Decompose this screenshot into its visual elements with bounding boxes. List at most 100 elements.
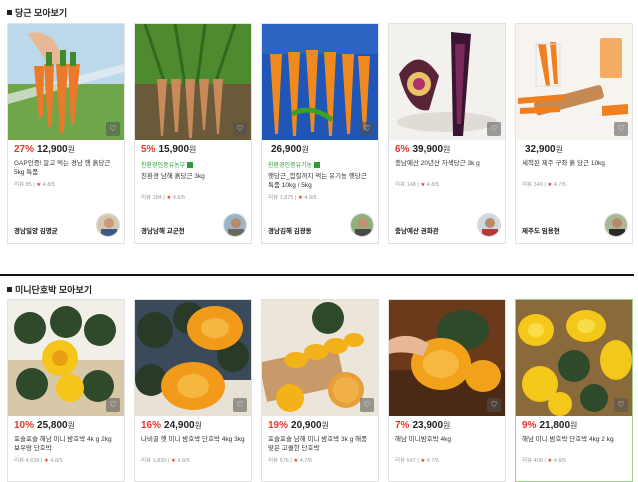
product-title[interactable]: 포슬포슬 남해 미니 밤호박 3k g 해풍맞은 고퀄한 단호박 [268,435,372,453]
square-bullet-icon [7,10,12,15]
review-count: 리뷰 184 [141,195,162,201]
review-meta: 리뷰 148 | ★ 4.8/5 [395,182,440,188]
discount-rate: 19% [268,420,289,431]
price: 20,900 [291,420,322,431]
price: 15,900 [158,144,190,155]
avatar[interactable] [477,213,501,237]
avatar[interactable] [350,213,374,237]
heart-icon[interactable]: ♡ [106,398,120,412]
product-title[interactable]: 햇당근_껍질까지 먹는 유기농 햇당근 특품 10kg / 5kg [268,172,372,190]
avatar[interactable] [96,213,120,237]
certified-icon [314,162,321,169]
price: 32,900 [525,144,556,155]
price-line: 19% 20,900원 [268,420,372,431]
price: 23,900 [412,420,444,431]
heart-icon[interactable]: ♡ [233,398,247,412]
product-card[interactable]: ♡ 5% 15,900원 친환경인증유농부 친환경 남해 흙당근 3kg 리뷰 1… [134,23,252,244]
rating: 4.7/5 [553,182,567,188]
section-title-carrot: 당근 모아보기 [7,6,67,19]
rating: 4.7/5 [299,458,313,464]
seller-name[interactable]: 경남밀양 김명균 [14,225,58,235]
discount-rate: 27% [14,144,35,155]
rating: 4.6/5 [172,195,186,201]
review-count: 리뷰 4,638 [14,458,40,464]
price: 25,800 [37,420,68,431]
heart-icon[interactable]: ♡ [614,122,628,136]
review-count: 리뷰 148 [395,182,416,188]
seller-name[interactable]: 충남예산 권화관 [395,225,439,235]
price-line: 32,900원 [522,144,626,155]
seller-name[interactable]: 제주도 임용현 [522,225,560,235]
product-card[interactable]: ♡ 27% 12,900원 GAP인증! 알고 먹는 경남 행 흙당근 5kg 특… [7,23,125,244]
heart-icon[interactable]: ♡ [487,122,501,136]
star-icon: ★ [293,458,299,464]
product-title[interactable]: 친환경 남해 흙당근 3kg [141,172,245,190]
avatar[interactable] [604,213,628,237]
product-image[interactable]: ♡ [516,24,632,140]
seller[interactable]: 경남밀양 김명균 [14,213,120,237]
heart-icon[interactable]: ♡ [360,398,374,412]
seller-name[interactable]: 경남남해 교군천 [141,225,185,235]
product-card[interactable]: ♡ 7% 23,900원 해남 미니밤호박 4kg 리뷰 547 | ★ 4.7/… [388,299,506,482]
heart-icon[interactable]: ♡ [106,122,120,136]
discount-rate: 9% [522,420,537,431]
product-image[interactable]: ♡ [135,300,251,416]
discount-rate: 7% [395,420,410,431]
seller[interactable]: 충남예산 권화관 [395,213,501,237]
rating: 4.8/5 [50,458,63,464]
product-image[interactable]: ♡ [389,24,505,140]
price-line: 6% 39,900원 [395,144,499,155]
currency: 원 [570,421,578,430]
rating: 4.8/5 [426,182,440,188]
product-card[interactable]: ♡ 9% 21,800원 해남 미니 밤호박 단호박 4kg 2 kg 리뷰 40… [515,299,633,482]
heart-icon[interactable]: ♡ [233,122,247,136]
star-icon: ★ [36,182,42,188]
price-line: 9% 21,800원 [522,420,626,431]
seller[interactable]: 경남남해 교군천 [141,213,247,237]
heart-icon[interactable]: ♡ [487,398,501,412]
product-title[interactable]: 해남 미니밤호박 4kg [395,435,499,453]
avatar[interactable] [223,213,247,237]
product-image[interactable]: ♡ [516,300,632,416]
product-title[interactable]: 충남예산 20년산 자색당근 3k g [395,159,499,177]
product-card[interactable]: ♡ 26,900원 친환경인증유기농 햇당근_껍질까지 먹는 유기농 햇당근 특… [261,23,379,244]
currency: 원 [443,145,451,154]
product-image[interactable]: ♡ [389,300,505,416]
seller[interactable]: 제주도 임용현 [522,213,628,237]
star-icon: ★ [170,458,176,464]
heart-icon[interactable]: ♡ [360,122,374,136]
seller[interactable]: 경남김해 김광동 [268,213,374,237]
review-count: 리뷰 409 [522,458,543,464]
review-meta: 리뷰 547 | ★ 4.7/5 [395,458,440,464]
product-card[interactable]: ♡ 10% 25,800원 포슬포슬 해남 미니 밤호박 4k g 2kg 보우땅… [7,299,125,482]
product-card[interactable]: ♡ 6% 39,900원 충남예산 20년산 자색당근 3k g 리뷰 148 |… [388,23,506,244]
star-icon: ★ [166,195,172,201]
review-meta: 리뷰 85 | ★ 4.8/5 [14,182,55,188]
review-meta: 리뷰 409 | ★ 4.8/5 [522,458,567,464]
product-card[interactable]: ♡ 32,900원 세척된 제주 구좌 흙 당근 10kg 리뷰 349 | ★… [515,23,633,244]
product-card[interactable]: ♡ 16% 24,900원 나비골 햇 미니 밤호박 단호박 4kg 3kg 리뷰… [134,299,252,482]
section-title-text: 미니단호박 모아보기 [15,285,93,295]
product-title[interactable]: 포슬포슬 해남 미니 밤호박 4k g 2kg 보우땅 단호박 [14,435,118,453]
product-title[interactable]: 나비골 햇 미니 밤호박 단호박 4kg 3kg [141,435,245,453]
carrot-product-row: ♡ 27% 12,900원 GAP인증! 알고 먹는 경남 행 흙당근 5kg 특… [7,23,633,244]
product-image[interactable]: ♡ [262,300,378,416]
section-title-pumpkin: 미니단호박 모아보기 [7,283,92,296]
price: 21,800 [539,420,571,431]
currency: 원 [443,421,451,430]
currency: 원 [67,421,75,430]
badge-label: 친환경인증유농부 [141,163,186,169]
heart-icon[interactable]: ♡ [614,398,628,412]
product-image[interactable]: ♡ [262,24,378,140]
product-title[interactable]: 해남 미니 밤호박 단호박 4kg 2 kg [522,435,626,453]
product-title[interactable]: 세척된 제주 구좌 흙 당근 10kg [522,159,626,177]
product-title[interactable]: GAP인증! 알고 먹는 경남 행 흙당근 5kg 특품 [14,159,118,177]
product-card[interactable]: ♡ 19% 20,900원 포슬포슬 남해 미니 밤호박 3k g 해풍맞은 고퀄… [261,299,379,482]
currency: 원 [301,145,309,154]
product-image[interactable]: ♡ [135,24,251,140]
certification-badge: 친환경인증유농부 [141,160,245,169]
product-image[interactable]: ♡ [8,24,124,140]
product-image[interactable]: ♡ [8,300,124,416]
price: 24,900 [164,420,195,431]
seller-name[interactable]: 경남김해 김광동 [268,225,312,235]
